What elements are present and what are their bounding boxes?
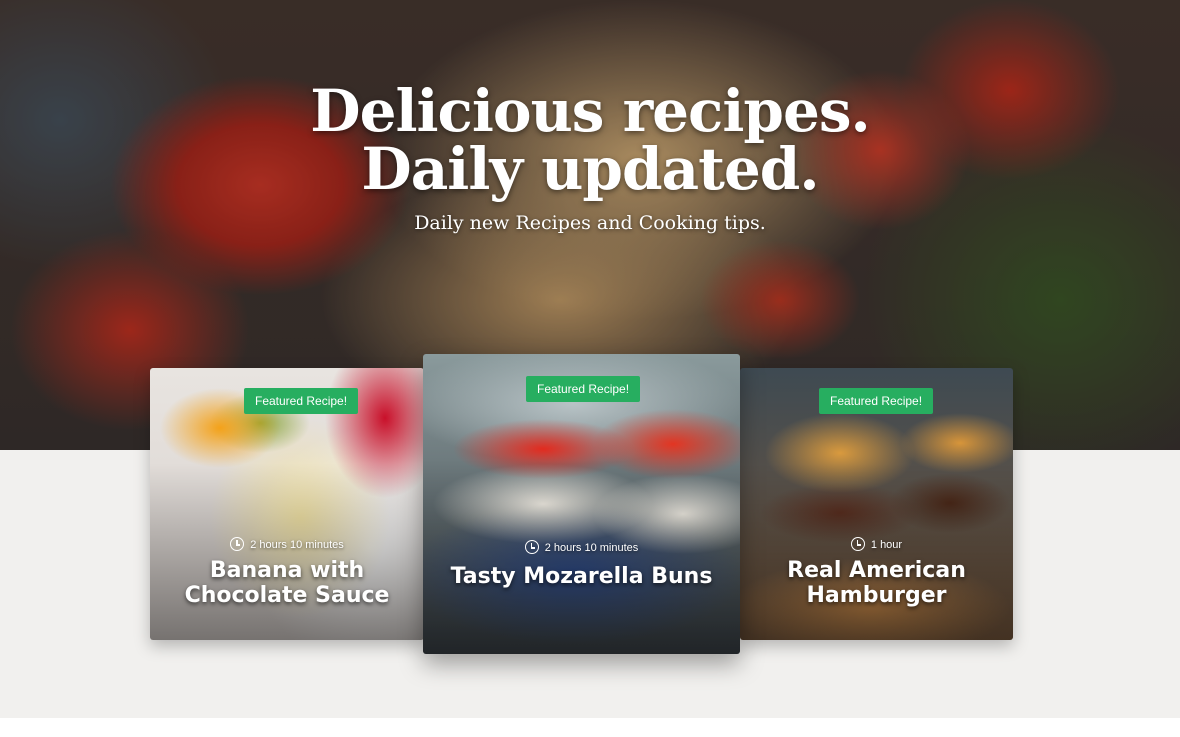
recipe-card-mozarella[interactable]: Featured Recipe! 2 hours 10 minutes Tast… <box>423 354 740 654</box>
clock-icon <box>524 540 539 554</box>
featured-badge: Featured Recipe! <box>819 388 934 414</box>
featured-badge: Featured Recipe! <box>526 376 641 402</box>
recipe-title[interactable]: Banana with Chocolate Sauce <box>150 558 424 608</box>
clock-icon <box>850 537 865 551</box>
cook-time-text: 2 hours 10 minutes <box>544 542 639 554</box>
cook-time-text: 2 hours 10 minutes <box>250 539 344 551</box>
featured-badge: Featured Recipe! <box>244 388 359 414</box>
recipe-card-banana[interactable]: Featured Recipe! 2 hours 10 minutes Bana… <box>150 368 424 640</box>
cook-time: 1 hour <box>740 537 1013 551</box>
recipe-title[interactable]: Real American Hamburger <box>740 558 1013 608</box>
recipe-card-hamburger[interactable]: Featured Recipe! 1 hour Real American Ha… <box>740 368 1013 640</box>
cook-time: 2 hours 10 minutes <box>150 537 424 551</box>
cook-time: 2 hours 10 minutes <box>423 540 740 554</box>
recipe-title[interactable]: Tasty Mozarella Buns <box>423 564 740 589</box>
hero-title-line1: Delicious recipes. <box>310 77 870 145</box>
clock-icon <box>230 537 245 551</box>
hero-title-line2: Daily updated. <box>361 135 819 203</box>
hero-subtitle: Daily new Recipes and Cooking tips. <box>414 212 766 234</box>
cook-time-text: 1 hour <box>870 539 903 551</box>
